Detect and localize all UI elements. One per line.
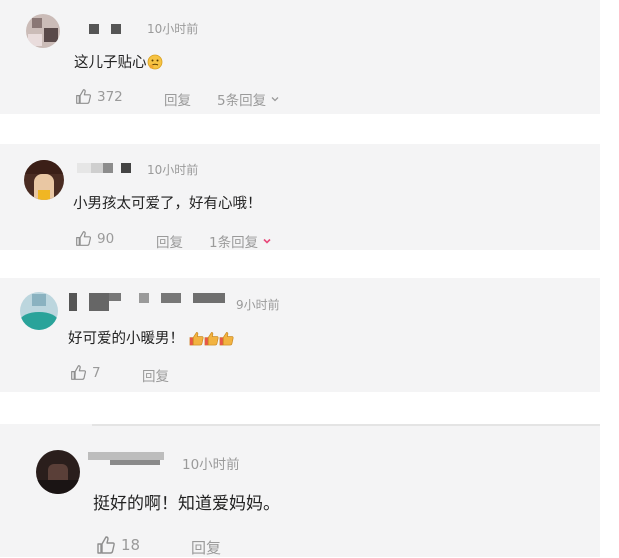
comment-time: 9小时前 [236, 298, 280, 312]
chevron-down-icon [263, 238, 271, 244]
like-count: 90 [97, 230, 115, 247]
thumbs-up-icon [76, 89, 91, 104]
comment-time: 10小时前 [147, 163, 199, 177]
like-button[interactable]: 18 [96, 535, 140, 555]
username-blurred[interactable] [77, 163, 132, 173]
replies-count-label: 5条回复 [217, 93, 267, 109]
thumbs-up-icon [71, 365, 86, 380]
reply-button[interactable]: 回复 [191, 537, 221, 558]
chevron-down-icon [271, 97, 279, 102]
like-count: 7 [92, 364, 101, 381]
comment-text: 好可爱的小暖男！ [68, 327, 234, 350]
avatar[interactable] [26, 14, 60, 48]
reply-button[interactable]: 回复 [156, 231, 183, 251]
like-button[interactable]: 372 [75, 88, 123, 105]
comment-text: 小男孩太可爱了，好有心哦！ [73, 196, 262, 212]
comment-text-label: 好可爱的小暖男！ [68, 331, 184, 347]
thumbs-up-icon [97, 536, 115, 554]
thinking-face-icon [147, 54, 163, 74]
thumbs-up-icon [219, 331, 234, 350]
avatar[interactable] [24, 160, 64, 200]
view-replies-button[interactable]: 5条回复 [217, 89, 285, 109]
username-blurred[interactable] [88, 452, 164, 466]
replies-count-label: 1条回复 [209, 235, 259, 251]
comment-card: 10小时前 这儿子贴心 372 回复 5条回复 [0, 0, 600, 114]
comment-time: 10小时前 [182, 457, 240, 473]
like-button[interactable]: 7 [70, 364, 101, 381]
thumbs-up-icon [189, 331, 204, 350]
view-replies-button[interactable]: 1条回复 [209, 231, 277, 251]
reply-button[interactable]: 回复 [142, 365, 169, 385]
comment-card: 10小时前 挺好的啊！知道爱妈妈。 18 回复 [0, 424, 600, 557]
thumbs-up-icon [76, 231, 91, 246]
comment-text: 这儿子贴心 [74, 51, 163, 74]
like-count: 18 [121, 536, 141, 554]
comment-card: 10小时前 小男孩太可爱了，好有心哦！ 90 回复 1条回复 [0, 144, 600, 251]
comment-text-label: 这儿子贴心 [74, 55, 147, 71]
comment-text: 挺好的啊！知道爱妈妈。 [93, 494, 280, 514]
avatar[interactable] [36, 450, 80, 494]
like-button[interactable]: 90 [75, 230, 114, 247]
thumbs-up-icon [204, 331, 219, 350]
avatar[interactable] [20, 292, 58, 330]
divider [92, 424, 600, 426]
reply-button[interactable]: 回复 [164, 89, 191, 109]
like-count: 372 [97, 88, 123, 105]
comment-time: 10小时前 [147, 22, 199, 36]
username-blurred[interactable] [69, 293, 225, 313]
comment-card: 9小时前 好可爱的小暖男！ 7 回复 [0, 278, 600, 392]
username-blurred[interactable] [89, 24, 123, 34]
